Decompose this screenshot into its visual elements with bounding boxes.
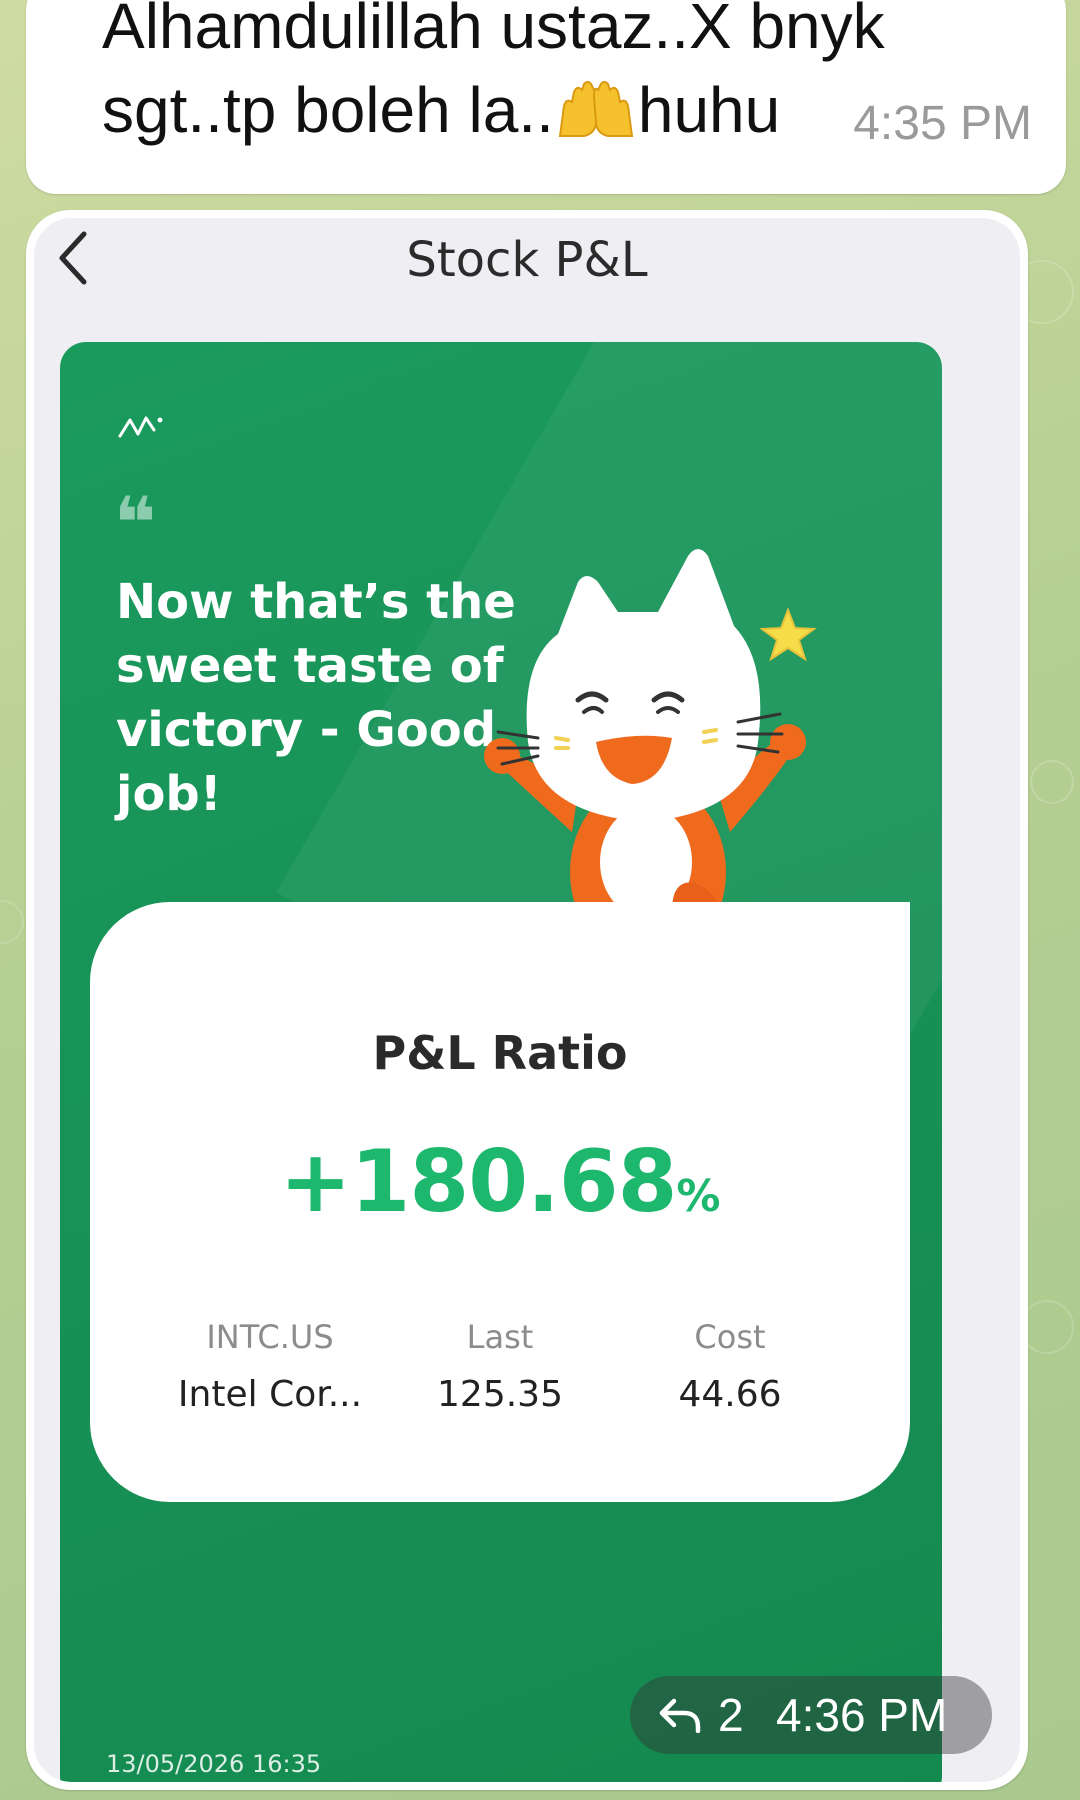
pnl-ratio-number: +180.68 [279,1132,677,1232]
cost-price-value: 44.66 [678,1374,782,1415]
last-price-label: Last [466,1318,534,1356]
stock-symbol: INTC.US [206,1318,334,1356]
wallpaper-doodle [0,900,24,944]
wallpaper-doodle [1020,1300,1074,1354]
message-text-part2: huhu [637,74,781,146]
pnl-share-card: ❝ Now that’s the sweet taste of victory … [60,342,942,1782]
nav-title: Stock P&L [406,232,648,288]
message-time: 4:35 PM [853,97,1032,150]
image-message-bubble[interactable]: Stock P&L ❝ Now that’s the sweet taste o… [26,210,1028,1790]
pnl-ratio-value: +180.68% [90,1132,910,1232]
pnl-panel: P&L Ratio +180.68% INTC.US Intel Cor... … [90,902,910,1502]
pnl-ratio-unit: % [676,1171,721,1222]
shared-screenshot[interactable]: Stock P&L ❝ Now that’s the sweet taste o… [34,218,1020,1782]
stock-symbol-stat: INTC.US Intel Cor... [160,1318,380,1415]
cost-price-label: Cost [694,1318,766,1356]
reply-count: 2 [718,1689,744,1741]
cost-price-stat: Cost 44.66 [620,1318,840,1415]
reply-arrow-icon [659,1698,701,1733]
quote-mark-icon: ❝ [114,481,157,565]
brand-squiggle-icon [118,416,163,438]
image-message-time: 4:36 PM [776,1689,948,1741]
pnl-ratio-label: P&L Ratio [372,1026,628,1080]
wallpaper-doodle [1030,760,1074,804]
text-message-bubble[interactable]: Alhamdulillah ustaz..X bnyk sgt..tp bole… [26,0,1066,194]
last-price-stat: Last 125.35 [390,1318,610,1415]
card-timestamp: 13/05/2026 16:35 [106,1750,322,1778]
last-price-value: 125.35 [437,1374,563,1415]
stock-company-name: Intel Cor... [177,1374,363,1415]
image-message-meta[interactable]: 2 4:36 PM [630,1676,992,1754]
raising-hands-emoji-icon [558,80,633,137]
